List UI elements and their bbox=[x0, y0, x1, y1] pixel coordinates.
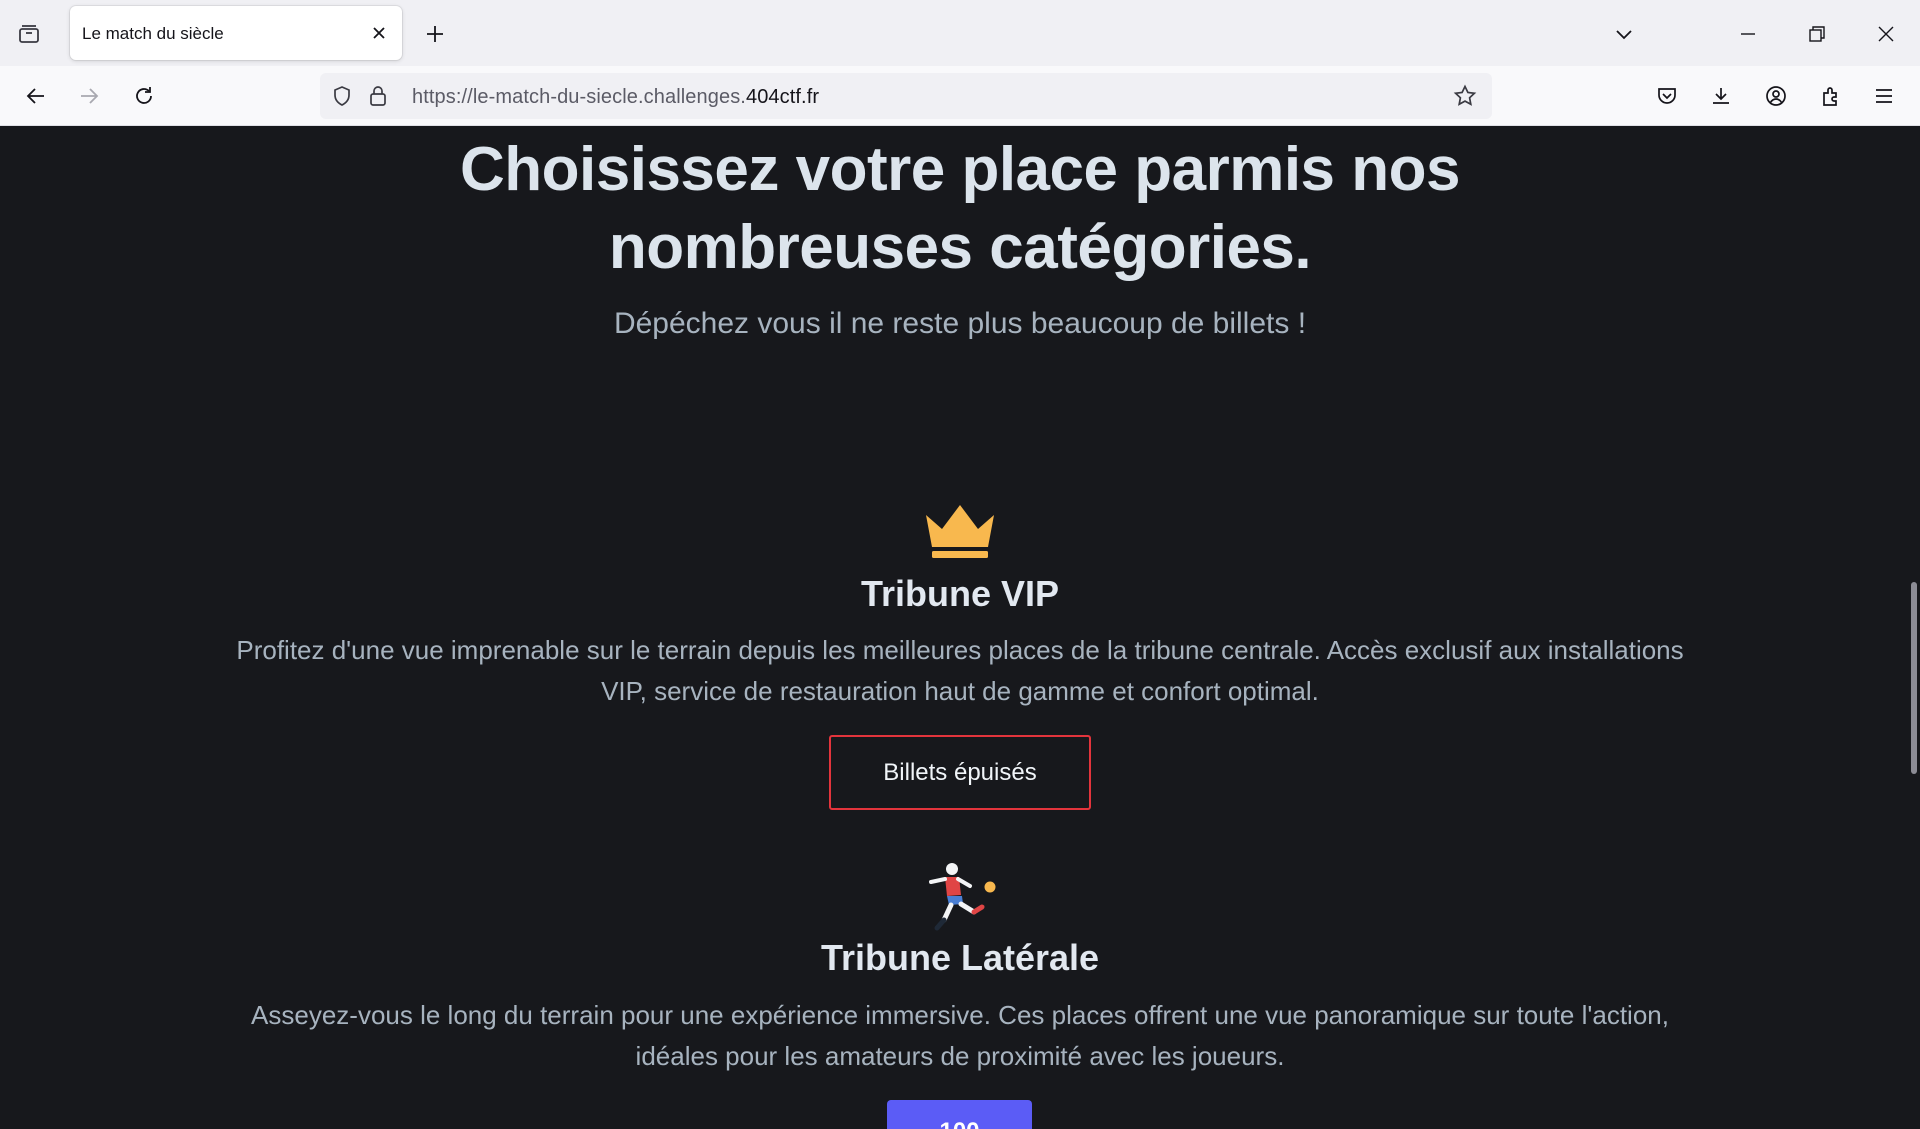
url-domain: 404ctf.fr bbox=[745, 86, 820, 108]
url-text[interactable]: https://le-match-du-siecle.challenges.40… bbox=[412, 86, 819, 109]
page-title-line2: nombreuses catégories. bbox=[608, 213, 1312, 282]
category-description-vip-line1: Profitez d'une vue imprenable sur le ter… bbox=[236, 635, 1684, 665]
url-bar[interactable]: https://le-match-du-siecle.challenges.40… bbox=[320, 73, 1492, 119]
football-player-icon bbox=[0, 860, 1920, 934]
bookmark-star-icon[interactable] bbox=[1453, 84, 1477, 108]
page-content: Choisissez votre place parmis nos nombre… bbox=[0, 127, 1920, 1129]
active-tab[interactable]: Le match du siècle bbox=[70, 6, 402, 60]
tab-title: Le match du siècle bbox=[82, 24, 224, 43]
restore-icon[interactable] bbox=[1801, 18, 1833, 50]
tracking-protection-shield-icon[interactable] bbox=[330, 84, 354, 108]
minimize-icon[interactable] bbox=[1732, 18, 1764, 50]
navigation-toolbar: https://le-match-du-siecle.challenges.40… bbox=[0, 66, 1920, 126]
list-all-tabs-icon[interactable] bbox=[1608, 18, 1640, 50]
downloads-icon[interactable] bbox=[1705, 80, 1737, 112]
scrollbar-thumb[interactable] bbox=[1911, 582, 1917, 774]
crown-icon bbox=[0, 503, 1920, 559]
tab-strip: Le match du siècle bbox=[0, 0, 1920, 66]
category-description-laterale-line2: idéales pour les amateurs de proximité a… bbox=[635, 1041, 1285, 1071]
url-prefix: https://le-match-du-siecle.challenges. bbox=[412, 86, 746, 108]
new-tab-icon[interactable] bbox=[420, 19, 450, 49]
menu-hamburger-icon[interactable] bbox=[1868, 80, 1900, 112]
page-title-line1: Choisissez votre place parmis nos bbox=[460, 135, 1461, 204]
buy-ticket-button-label: 100 bbox=[939, 1118, 979, 1129]
category-description-vip: Profitez d'une vue imprenable sur le ter… bbox=[160, 630, 1760, 712]
category-description-vip-line2: VIP, service de restauration haut de gam… bbox=[601, 676, 1319, 706]
close-tab-icon[interactable] bbox=[366, 20, 392, 46]
tab-list-icon[interactable] bbox=[14, 20, 44, 48]
account-icon[interactable] bbox=[1760, 80, 1792, 112]
close-window-icon[interactable] bbox=[1870, 18, 1902, 50]
page-title: Choisissez votre place parmis nos nombre… bbox=[0, 131, 1920, 287]
category-description-laterale: Asseyez-vous le long du terrain pour une… bbox=[160, 995, 1760, 1077]
category-title-vip: Tribune VIP bbox=[860, 573, 1060, 614]
extensions-icon[interactable] bbox=[1815, 80, 1847, 112]
pocket-icon[interactable] bbox=[1651, 80, 1683, 112]
reload-icon[interactable] bbox=[128, 80, 160, 112]
category-description-laterale-line1: Asseyez-vous le long du terrain pour une… bbox=[251, 1000, 1669, 1030]
lock-icon[interactable] bbox=[366, 84, 390, 108]
sold-out-button[interactable]: Billets épuisés bbox=[829, 735, 1091, 810]
buy-ticket-button[interactable]: 100 bbox=[887, 1100, 1032, 1129]
forward-icon[interactable] bbox=[73, 80, 105, 112]
page-subtitle: Dépéchez vous il ne reste plus beaucoup … bbox=[613, 307, 1307, 340]
back-icon[interactable] bbox=[20, 80, 52, 112]
category-title-laterale: Tribune Latérale bbox=[820, 937, 1100, 978]
